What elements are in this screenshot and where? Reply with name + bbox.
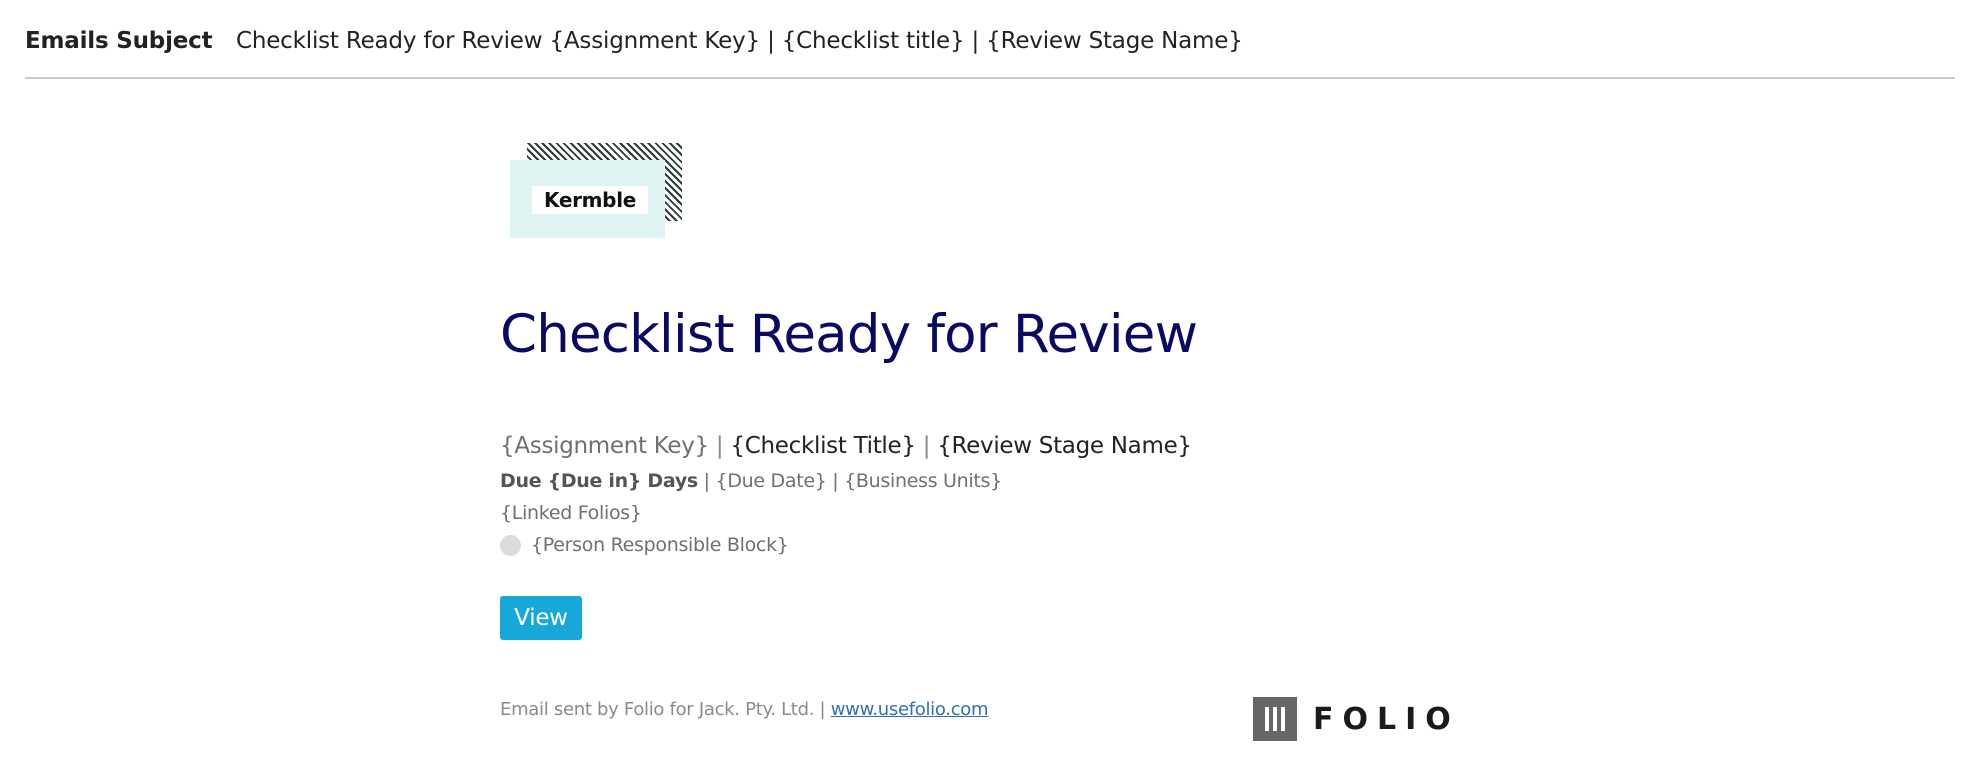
kermble-logo: Kermble (510, 143, 682, 238)
due-in-label: Due {Due in} Days (500, 470, 698, 492)
due-date: {Due Date} (715, 470, 827, 492)
person-responsible-row: {Person Responsible Block} (500, 533, 789, 557)
assignment-key: {Assignment Key} (500, 433, 709, 459)
assignment-line: {Assignment Key} | {Checklist Title} | {… (500, 433, 1192, 459)
separator: | (703, 470, 710, 492)
logo-card: Kermble (510, 160, 665, 238)
folio-logo: FOLIO (1253, 697, 1460, 741)
logo-brand-text: Kermble (543, 188, 637, 212)
subject-value: Checklist Ready for Review {Assignment K… (236, 28, 1243, 54)
person-responsible-block: {Person Responsible Block} (531, 534, 789, 556)
avatar (500, 534, 521, 556)
business-units: {Business Units} (844, 470, 1002, 492)
linked-folios: {Linked Folios} (500, 502, 642, 524)
separator: | (832, 470, 839, 492)
separator: | (715, 433, 724, 459)
email-title: Checklist Ready for Review (500, 304, 1198, 365)
separator: | (922, 433, 931, 459)
due-line: Due {Due in} Days | {Due Date} | {Busine… (500, 470, 1002, 492)
checklist-title: {Checklist Title} (730, 433, 916, 459)
footer-text: Email sent by Folio for Jack. Pty. Ltd. … (500, 699, 826, 720)
review-stage-name: {Review Stage Name} (937, 433, 1192, 459)
folio-wordmark: FOLIO (1313, 701, 1460, 737)
email-preview-page: Emails Subject Checklist Ready for Revie… (0, 0, 1977, 776)
subject-bar: Emails Subject Checklist Ready for Revie… (25, 0, 1955, 79)
logo-text-box: Kermble (532, 186, 648, 214)
email-footer: Email sent by Folio for Jack. Pty. Ltd. … (500, 699, 989, 720)
footer-link[interactable]: www.usefolio.com (831, 699, 989, 720)
folio-mark-icon (1253, 697, 1297, 741)
view-button[interactable]: View (500, 596, 582, 640)
subject-label: Emails Subject (25, 28, 213, 54)
